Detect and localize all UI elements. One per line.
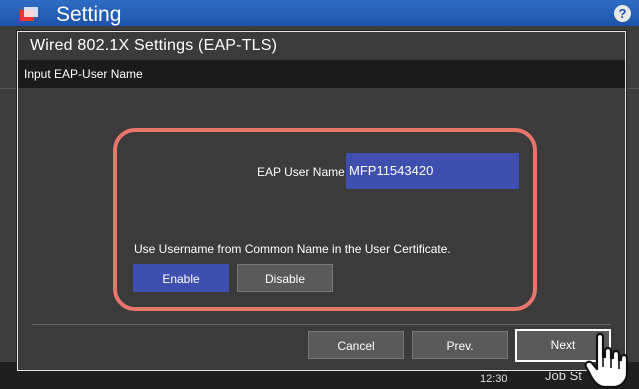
- eap-user-name-label: EAP User Name: [257, 165, 345, 179]
- dialog-subheader: Input EAP-User Name: [18, 60, 625, 88]
- footer-divider: [32, 324, 611, 325]
- prev-button[interactable]: Prev.: [412, 331, 508, 359]
- clock-time: 12:30: [480, 373, 508, 385]
- dialog-subtitle: Input EAP-User Name: [24, 67, 143, 81]
- cancel-button[interactable]: Cancel: [308, 331, 404, 359]
- cert-username-label: Use Username from Common Name in the Use…: [134, 242, 451, 256]
- eap-user-name-field[interactable]: MFP11543420: [346, 153, 519, 189]
- help-icon[interactable]: ?: [614, 5, 631, 22]
- app-header: Setting ?: [0, 0, 639, 26]
- app-title: Setting: [56, 3, 122, 26]
- setting-icon: [20, 7, 38, 21]
- enable-button[interactable]: Enable: [133, 264, 229, 292]
- disable-button[interactable]: Disable: [237, 264, 333, 292]
- eap-dialog: Wired 802.1X Settings (EAP-TLS) Input EA…: [17, 31, 626, 371]
- hand-pointer-icon: [584, 332, 629, 389]
- dialog-title: Wired 802.1X Settings (EAP-TLS): [30, 37, 278, 54]
